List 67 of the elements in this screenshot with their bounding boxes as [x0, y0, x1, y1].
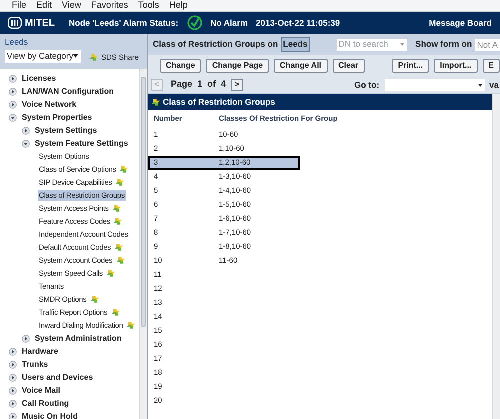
tree-item[interactable]: Music On Hold [22, 410, 78, 419]
section-title: Class of Restriction Groups [163, 96, 276, 108]
date-time: 2013-Oct-22 11:05:39 [256, 16, 340, 30]
page-title: Class of Restriction Groups on [153, 38, 278, 51]
expand-icon[interactable] [22, 334, 30, 342]
expand-icon[interactable] [9, 74, 17, 82]
page-label: Page [171, 78, 193, 92]
action-button[interactable]: Change Page [206, 59, 270, 73]
tree-item[interactable]: Users and Devices [22, 372, 94, 384]
page-number: 1 [198, 78, 203, 92]
menu-item[interactable]: File [12, 0, 27, 12]
action-button[interactable]: Import... [434, 59, 478, 73]
show-form-label: Show form on [416, 38, 472, 51]
share-icon [151, 98, 161, 106]
expand-icon[interactable] [9, 88, 17, 96]
next-page-button[interactable]: > [231, 79, 244, 91]
logo-icon [8, 17, 22, 29]
menu-item[interactable]: Tools [138, 0, 160, 12]
tree-item[interactable]: Trunks [22, 358, 48, 370]
node-name: Leeds [5, 36, 30, 49]
menu-item[interactable]: View [62, 0, 82, 12]
show-form-field[interactable]: Not A [475, 38, 500, 50]
action-button[interactable]: Change [160, 59, 202, 73]
menu-item[interactable]: Edit [36, 0, 52, 12]
menu-item[interactable]: Favorites [91, 0, 128, 12]
tree-item[interactable]: System Settings [35, 124, 98, 136]
scrollbar[interactable] [492, 94, 500, 419]
collapse-icon[interactable] [9, 114, 17, 122]
tree-item[interactable]: Licenses [22, 72, 56, 84]
tree-item[interactable]: Voice Mail [22, 384, 61, 396]
tree-item[interactable]: System Administration [35, 332, 122, 344]
expand-icon[interactable] [9, 360, 17, 368]
caret-icon [400, 43, 405, 46]
node-badge: Leeds [281, 37, 310, 52]
expand-icon[interactable] [9, 100, 17, 108]
scrollbar[interactable] [139, 69, 147, 419]
expand-icon[interactable] [9, 348, 17, 356]
brand-name: MITEL [25, 16, 55, 30]
cut-label: va [490, 78, 499, 92]
tree-item[interactable]: System Properties [22, 112, 92, 124]
tree-item[interactable]: LAN/WAN Configuration [22, 86, 114, 98]
alarm-status-label: Node 'Leeds' Alarm Status: [69, 16, 179, 30]
expand-icon[interactable] [9, 400, 17, 408]
tree-item[interactable]: Call Routing [22, 398, 70, 410]
action-button[interactable]: Change All [274, 59, 328, 73]
alarm-status: No Alarm [210, 16, 248, 30]
caret-icon [73, 54, 79, 58]
menu-item[interactable]: Help [169, 0, 188, 12]
collapse-icon[interactable] [22, 140, 30, 148]
of-label: of [208, 78, 216, 92]
go-to-label: Go to: [354, 78, 380, 92]
message-board-link[interactable]: Message Board [429, 16, 492, 30]
action-button[interactable]: Clear [332, 59, 365, 73]
check-icon [186, 15, 203, 31]
caret-icon [478, 84, 483, 86]
action-button[interactable]: E [482, 59, 500, 73]
view-dropdown[interactable]: View by Category [5, 50, 81, 63]
tree-item[interactable]: System Feature Settings [35, 138, 128, 150]
tree-item[interactable]: Hardware [22, 346, 58, 358]
expand-icon[interactable] [22, 126, 30, 134]
expand-icon[interactable] [9, 386, 17, 394]
action-button[interactable]: Print... [392, 59, 430, 73]
tree-item[interactable]: Voice Network [22, 98, 77, 110]
expand-icon[interactable] [9, 412, 17, 419]
expand-icon[interactable] [9, 374, 17, 382]
share-icon [89, 52, 100, 62]
page-count: 4 [221, 78, 226, 92]
